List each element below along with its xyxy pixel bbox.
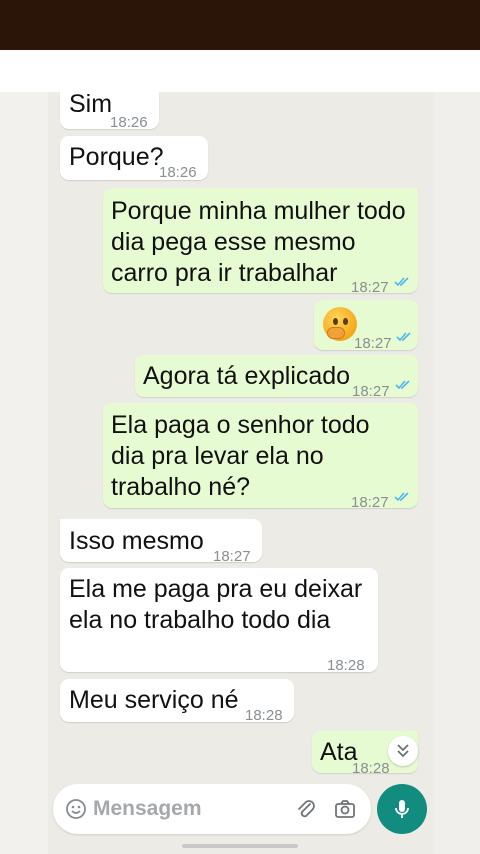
- thinking-face-icon: [323, 307, 357, 341]
- read-check-icon: [394, 492, 409, 502]
- emoji-icon[interactable]: [65, 798, 87, 820]
- message-incoming[interactable]: Sim 18:26: [60, 90, 159, 131]
- message-text: Meu serviço né: [69, 686, 239, 714]
- message-text: trabalho né?: [111, 473, 251, 501]
- message-text: Isso mesmo: [69, 527, 204, 555]
- message-text: Porque minha mulher todo: [111, 197, 406, 225]
- message-incoming[interactable]: Isso mesmo 18:27: [60, 519, 262, 565]
- message-time: 18:26: [110, 114, 148, 131]
- message-text: Sim: [69, 90, 113, 118]
- camera-icon[interactable]: [333, 797, 357, 821]
- message-input[interactable]: Mensagem: [93, 797, 202, 821]
- message-text: Porque?: [69, 143, 164, 171]
- status-bar: [0, 0, 480, 50]
- message-incoming[interactable]: Meu serviço né 18:28: [60, 679, 294, 724]
- message-time: 18:28: [352, 760, 390, 777]
- mic-button[interactable]: [377, 784, 427, 834]
- message-text: dia pega esse mesmo: [111, 228, 356, 256]
- message-time: 18:26: [159, 164, 197, 181]
- double-chevron-down-icon: [397, 744, 409, 758]
- message-outgoing[interactable]: Agora tá explicado 18:27: [135, 355, 418, 400]
- message-time: 18:28: [327, 657, 365, 674]
- message-text: ela no trabalho todo dia: [69, 606, 331, 634]
- mic-icon: [395, 800, 409, 818]
- message-time: 18:27: [351, 279, 389, 296]
- message-text: Ela me paga pra eu deixar: [69, 575, 363, 603]
- scroll-to-bottom-button[interactable]: [388, 736, 418, 766]
- message-outgoing[interactable]: Ela paga o senhor todo dia pra levar ela…: [103, 403, 418, 511]
- read-check-icon: [395, 380, 410, 390]
- message-outgoing[interactable]: Porque minha mulher todo dia pega esse m…: [103, 188, 418, 296]
- chat-header: [0, 50, 480, 92]
- left-margin: [0, 92, 48, 854]
- message-incoming[interactable]: Porque? 18:26: [60, 136, 208, 181]
- message-incoming[interactable]: Ela me paga pra eu deixar ela no trabalh…: [60, 568, 378, 674]
- message-text: dia pra levar ela no: [111, 442, 324, 470]
- read-check-icon: [396, 332, 411, 342]
- message-time: 18:28: [245, 707, 283, 724]
- read-check-icon: [394, 277, 409, 287]
- message-time: 18:27: [351, 494, 389, 511]
- message-text: carro pra ir trabalhar: [111, 259, 338, 287]
- message-text: Agora tá explicado: [143, 362, 351, 390]
- message-composer[interactable]: Mensagem: [53, 784, 371, 834]
- home-indicator: [182, 844, 298, 848]
- right-margin: [434, 92, 480, 854]
- attach-icon[interactable]: [294, 797, 318, 821]
- message-text: Ela paga o senhor todo: [111, 411, 370, 439]
- message-outgoing[interactable]: 18:27: [314, 300, 418, 352]
